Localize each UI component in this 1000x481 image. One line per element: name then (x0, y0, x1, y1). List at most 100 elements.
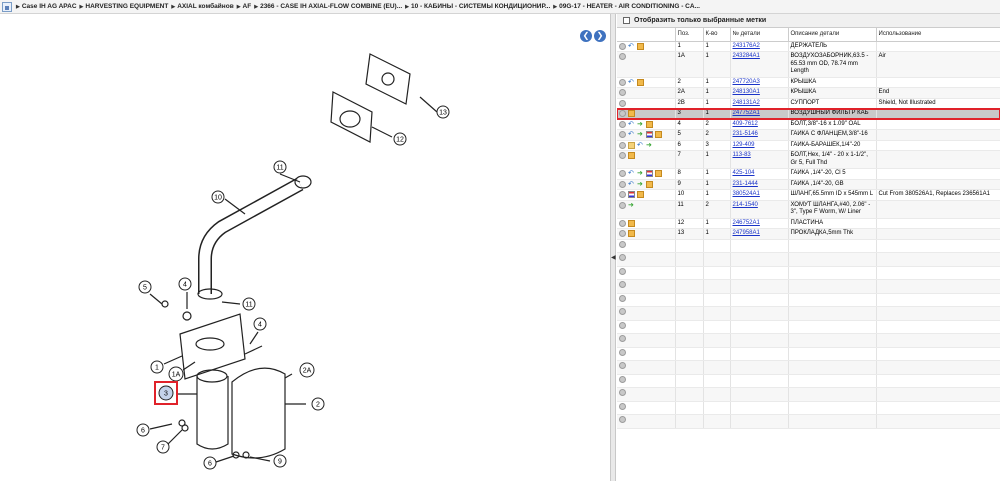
breadcrumb-item[interactable]: ▶ Case IH AG APAC (16, 3, 77, 10)
cell-part-number[interactable]: 248131A2 (730, 98, 789, 109)
package-icon[interactable] (646, 180, 653, 188)
replace-arrow-icon[interactable]: ↶ (628, 79, 635, 86)
collapse-arrow-icon[interactable]: ◀ (611, 254, 616, 262)
package-icon[interactable] (655, 131, 662, 138)
cell-part-number[interactable]: 214-1540 (730, 200, 789, 219)
forward-arrow-icon[interactable]: ➜ (628, 202, 635, 209)
table-row[interactable]: 7 1 113-83 БОЛТ,Hex, 1/4" - 20 x 1-1/2", Gr… (617, 150, 1000, 169)
breadcrumb-item[interactable]: ▶ HARVESTING EQUIPMENT (80, 3, 169, 10)
info-circle-icon[interactable] (619, 191, 626, 198)
cell-part-number[interactable]: 247752A1 (730, 108, 789, 120)
info-circle-icon[interactable] (619, 78, 626, 86)
part-number-link[interactable]: 248131A2 (733, 100, 760, 106)
flag-icon[interactable] (646, 131, 653, 138)
table-row[interactable]: ➜ 11 2 214-1540 ХОМУТ ШЛАНГА,#40, 2.06" - 3"… (617, 200, 1000, 219)
part-number-link[interactable]: 231-1444 (733, 181, 758, 187)
part-number-link[interactable]: 214-1540 (733, 202, 758, 208)
package-icon[interactable] (628, 110, 635, 117)
info-circle-icon[interactable] (619, 99, 626, 107)
package-icon[interactable] (646, 120, 653, 128)
forward-arrow-icon[interactable]: ➜ (637, 181, 644, 188)
forward-arrow-icon[interactable]: ➜ (637, 131, 644, 138)
flag-icon[interactable] (628, 191, 635, 198)
breadcrumb-item[interactable]: ▶ AF (237, 3, 252, 10)
cell-part-number[interactable]: 231-1444 (730, 179, 789, 190)
part-number-link[interactable]: 409-7612 (733, 121, 758, 127)
package-icon[interactable] (637, 78, 644, 86)
table-row[interactable]: 2B 1 248131A2 СУППОРТ Shield, Not Illustrate… (617, 98, 1000, 109)
part-number-link[interactable]: 247958A1 (733, 230, 760, 236)
pane-splitter[interactable]: ◀ (610, 14, 616, 481)
col-usage[interactable]: Использование (876, 28, 1000, 42)
cell-part-number[interactable]: 129-409 (730, 140, 789, 151)
table-row[interactable]: 1A 1 243284A1 ВОЗДУХОЗАБОРНИК,63.5 - 65.53 … (617, 51, 1000, 78)
info-circle-icon[interactable] (619, 219, 626, 227)
part-number-link[interactable]: 243176A2 (733, 43, 760, 49)
col-description[interactable]: Описание детали (788, 28, 877, 42)
part-number-link[interactable]: 247720A3 (733, 79, 760, 85)
table-row[interactable]: ↶ 2 1 247720A3 КРЫШКА (617, 77, 1000, 88)
forward-arrow-icon[interactable]: ➜ (646, 142, 653, 149)
breadcrumb-item[interactable]: ▶ 09G-17 - HEATER - AIR CONDITIONING - CA… (553, 3, 700, 10)
info-circle-icon[interactable] (619, 53, 626, 60)
part-number-link[interactable]: 380524A1 (733, 191, 760, 197)
flag-icon[interactable] (646, 170, 653, 177)
col-pos[interactable]: Поз. (675, 28, 704, 42)
info-circle-icon[interactable] (619, 141, 626, 149)
folder-icon[interactable] (628, 141, 635, 149)
table-row[interactable]: 2A 1 248130A1 КРЫШКА End (617, 87, 1000, 99)
package-icon[interactable] (637, 191, 644, 198)
table-row[interactable]: 12 1 246752A1 ПЛАСТИНА (617, 218, 1000, 229)
cell-part-number[interactable]: 247720A3 (730, 77, 789, 88)
part-number-link[interactable]: 246752A1 (733, 220, 760, 226)
info-circle-icon[interactable] (619, 170, 626, 177)
breadcrumb-item[interactable]: ▶ AXIAL комбайнов (171, 3, 233, 10)
part-number-link[interactable]: 129-409 (733, 142, 755, 148)
breadcrumb-item[interactable]: ▶ 10 - КАБИНЫ - СИСТЕМЫ КОНДИЦИОНИР... (405, 3, 550, 10)
info-circle-icon[interactable] (619, 120, 626, 128)
replace-arrow-icon[interactable]: ↶ (628, 170, 635, 177)
info-circle-icon[interactable] (619, 152, 626, 159)
info-circle-icon[interactable] (619, 230, 626, 237)
home-icon[interactable] (2, 1, 12, 12)
table-row[interactable]: 13 1 247958A1 ПРОКЛАДКА,5mm Thk (617, 228, 1000, 240)
part-number-link[interactable]: 113-83 (733, 152, 751, 158)
callout-3[interactable]: 3 (154, 381, 178, 405)
replace-arrow-icon[interactable]: ↶ (628, 131, 635, 138)
part-number-link[interactable]: 231-5146 (733, 131, 758, 137)
cell-part-number[interactable]: 243284A1 (730, 51, 789, 78)
info-circle-icon[interactable] (619, 42, 626, 50)
cell-part-number[interactable]: 425-104 (730, 168, 789, 180)
cell-part-number[interactable]: 246752A1 (730, 218, 789, 229)
table-row[interactable]: ↶ ➜ 6 3 129-409 ГАЙКА-БАРАШЕК,1/4"-20 (617, 140, 1000, 151)
table-row[interactable]: ↶ 1 1 243176A2 ДЕРЖАТЕЛЬ (617, 41, 1000, 52)
package-icon[interactable] (628, 230, 635, 237)
info-circle-icon[interactable] (619, 180, 626, 188)
table-row[interactable]: 10 1 380524A1 ШЛАНГ,65.5mm ID x 545mm L Cut … (617, 189, 1000, 201)
replace-arrow-icon[interactable]: ↶ (628, 121, 635, 128)
table-row[interactable]: 3 1 247752A1 ВОЗДУШНЫЙ ФИЛЬТР КАБ (617, 107, 1000, 120)
cell-part-number[interactable]: 380524A1 (730, 189, 789, 201)
part-number-link[interactable]: 425-104 (733, 170, 755, 176)
breadcrumb-item[interactable]: ▶ 2366 - CASE IH AXIAL-FLOW COMBINE (EU).… (254, 3, 402, 10)
replace-arrow-icon[interactable]: ↶ (628, 181, 635, 188)
info-circle-icon[interactable] (619, 110, 626, 117)
replace-arrow-icon[interactable]: ↶ (628, 43, 635, 50)
package-icon[interactable] (628, 152, 635, 159)
info-circle-icon[interactable] (619, 131, 626, 138)
package-icon[interactable] (637, 42, 644, 50)
info-circle-icon[interactable] (619, 89, 626, 96)
replace-arrow-icon[interactable]: ↶ (637, 142, 644, 149)
cell-part-number[interactable]: 247958A1 (730, 228, 789, 240)
cell-part-number[interactable]: 409-7612 (730, 119, 789, 130)
package-icon[interactable] (628, 219, 635, 227)
part-number-link[interactable]: 248130A1 (733, 89, 760, 95)
table-row[interactable]: ↶ ➜ 5 2 231-5146 ГАЙКА С ФЛАНЦЕМ,3/8"-16 (617, 129, 1000, 141)
cell-part-number[interactable]: 243176A2 (730, 41, 789, 52)
table-row[interactable]: ↶ ➜ 4 2 409-7612 БОЛТ,3/8"-16 x 1.09" OAL (617, 119, 1000, 130)
cell-part-number[interactable]: 248130A1 (730, 87, 789, 99)
part-number-link[interactable]: 243284A1 (733, 53, 760, 59)
info-circle-icon[interactable] (619, 201, 626, 209)
forward-arrow-icon[interactable]: ➜ (637, 121, 644, 128)
col-qty[interactable]: К-во (703, 28, 731, 42)
